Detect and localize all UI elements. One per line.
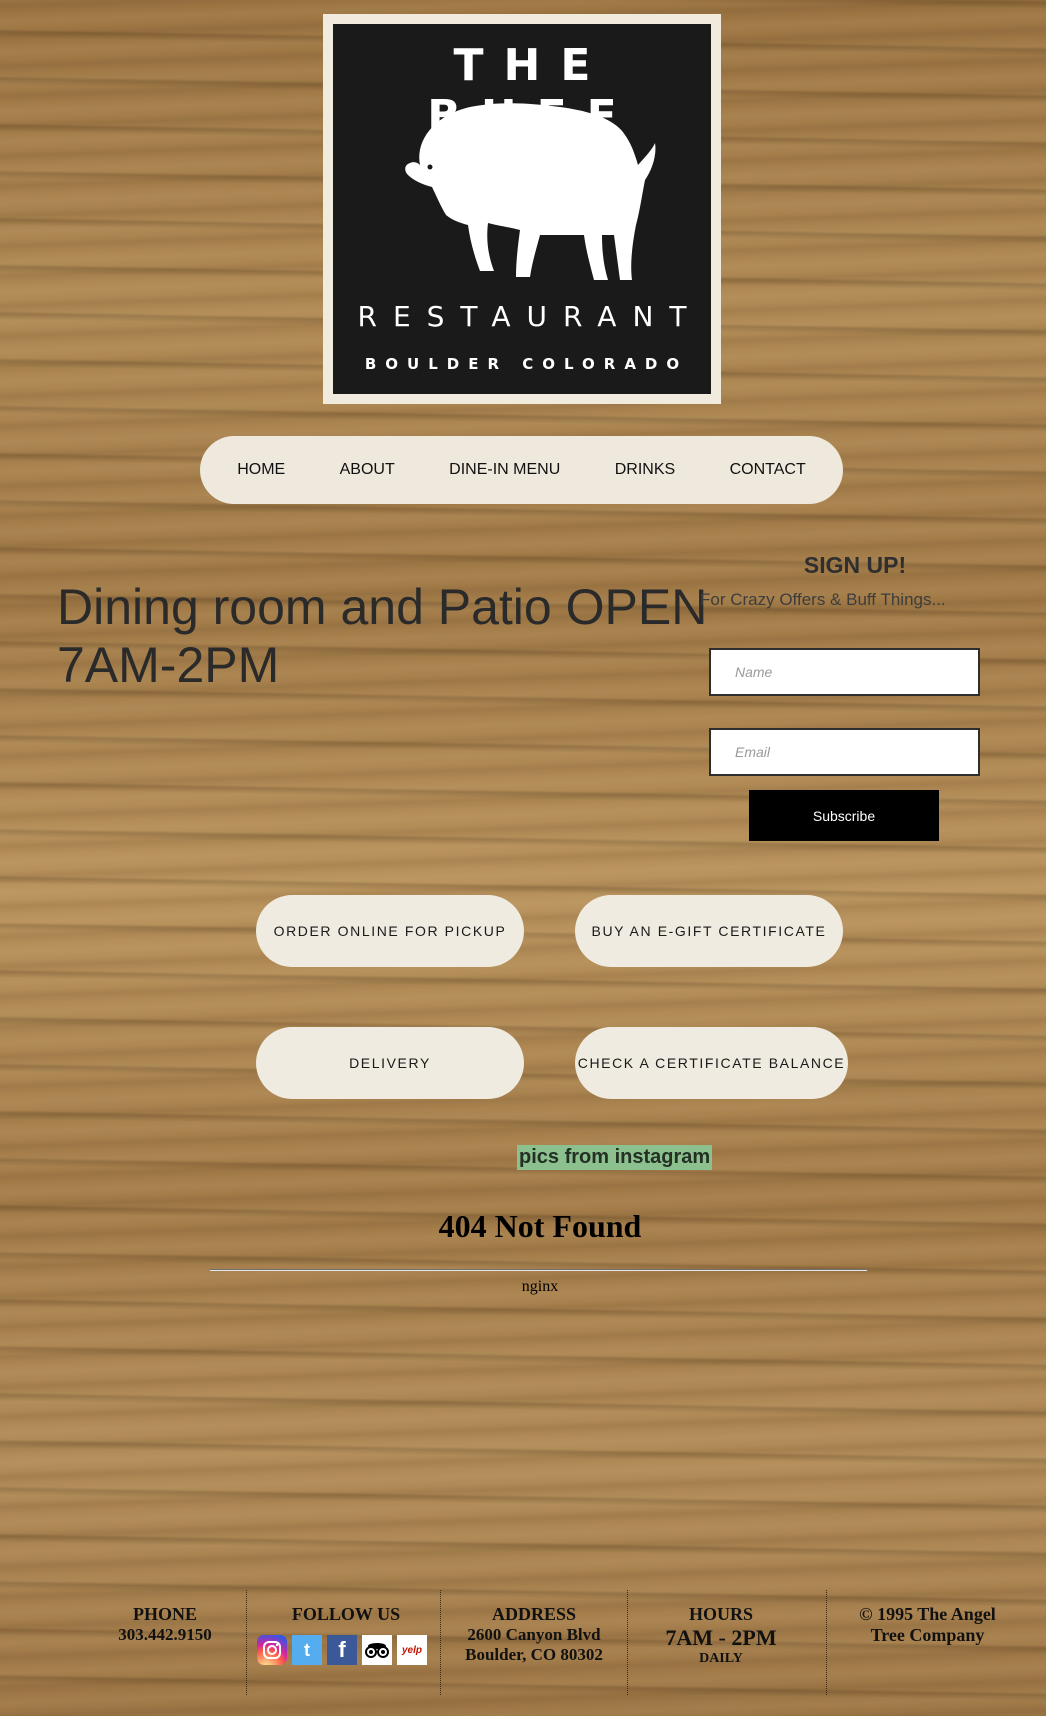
- copyright-line2: Tree Company: [870, 1625, 985, 1645]
- name-input[interactable]: Name: [709, 648, 980, 696]
- certificate-balance-button[interactable]: CHECK A CERTIFICATE BALANCE: [575, 1027, 848, 1099]
- logo-subtitle: RESTAURANT: [357, 300, 703, 333]
- order-online-button[interactable]: ORDER ONLINE FOR PICKUP: [256, 895, 524, 967]
- nav-item-home[interactable]: HOME: [237, 461, 285, 479]
- instagram-label[interactable]: pics from instagram: [517, 1145, 713, 1170]
- delivery-button[interactable]: DELIVERY: [256, 1027, 524, 1099]
- headline-line1: Dining room and Patio OPEN: [57, 579, 708, 635]
- address-label: ADDRESS: [491, 1604, 577, 1624]
- headline-line2: 7AM-2PM: [57, 637, 280, 693]
- nav-item-drinks[interactable]: DRINKS: [615, 461, 675, 479]
- footer-follow: FOLLOW US: [256, 1604, 436, 1625]
- nav-item-contact[interactable]: CONTACT: [730, 461, 806, 479]
- nav-item-dine-in-menu[interactable]: DINE-IN MENU: [449, 461, 560, 479]
- footer-phone: PHONE 303.442.9150: [100, 1604, 230, 1645]
- email-placeholder: Email: [735, 744, 771, 760]
- address-line2[interactable]: Boulder, CO 80302: [450, 1645, 618, 1665]
- facebook-icon[interactable]: f: [327, 1635, 357, 1665]
- social-links: t f yelp: [257, 1635, 427, 1665]
- main-nav: HOME ABOUT DINE-IN MENU DRINKS CONTACT: [200, 436, 843, 504]
- nav-item-about[interactable]: ABOUT: [340, 461, 395, 479]
- twitter-icon[interactable]: t: [292, 1635, 322, 1665]
- phone-number[interactable]: 303.442.9150: [100, 1625, 230, 1645]
- error-title: 404 Not Found: [438, 1208, 642, 1244]
- hours-note: DAILY: [699, 1651, 743, 1666]
- copyright-line1: © 1995 The Angel: [859, 1604, 996, 1624]
- error-divider: [210, 1269, 867, 1271]
- footer-hours: HOURS 7AM - 2PM DAILY: [640, 1604, 802, 1667]
- yelp-icon[interactable]: yelp: [397, 1635, 427, 1665]
- footer-divider: [246, 1590, 247, 1695]
- email-input[interactable]: Email: [709, 728, 980, 776]
- footer-divider: [826, 1590, 827, 1695]
- footer-divider: [627, 1590, 628, 1695]
- signup-title: SIGN UP!: [803, 552, 907, 578]
- name-placeholder: Name: [735, 664, 773, 680]
- gift-certificate-button[interactable]: BUY AN E-GIFT CERTIFICATE: [575, 895, 843, 967]
- tripadvisor-icon[interactable]: [362, 1635, 392, 1665]
- error-server: nginx: [521, 1278, 559, 1295]
- hours-label: HOURS: [688, 1604, 753, 1624]
- phone-label: PHONE: [132, 1604, 197, 1624]
- signup-subtitle: For Crazy Offers & Buff Things...: [700, 590, 946, 609]
- footer-copyright: © 1995 The Angel Tree Company: [840, 1604, 1015, 1646]
- hours-headline: Dining room and Patio OPEN 7AM-2PM: [57, 578, 717, 694]
- address-line1[interactable]: 2600 Canyon Blvd: [450, 1625, 618, 1645]
- footer-divider: [440, 1590, 441, 1695]
- subscribe-button[interactable]: Subscribe: [749, 790, 939, 841]
- footer-address: ADDRESS 2600 Canyon Blvd Boulder, CO 803…: [450, 1604, 618, 1665]
- instagram-icon[interactable]: [257, 1635, 287, 1665]
- hours-value: 7AM - 2PM: [665, 1625, 777, 1650]
- bison-icon: [405, 103, 656, 280]
- follow-label: FOLLOW US: [291, 1604, 401, 1624]
- logo-location: BOULDER COLORADO: [364, 355, 689, 373]
